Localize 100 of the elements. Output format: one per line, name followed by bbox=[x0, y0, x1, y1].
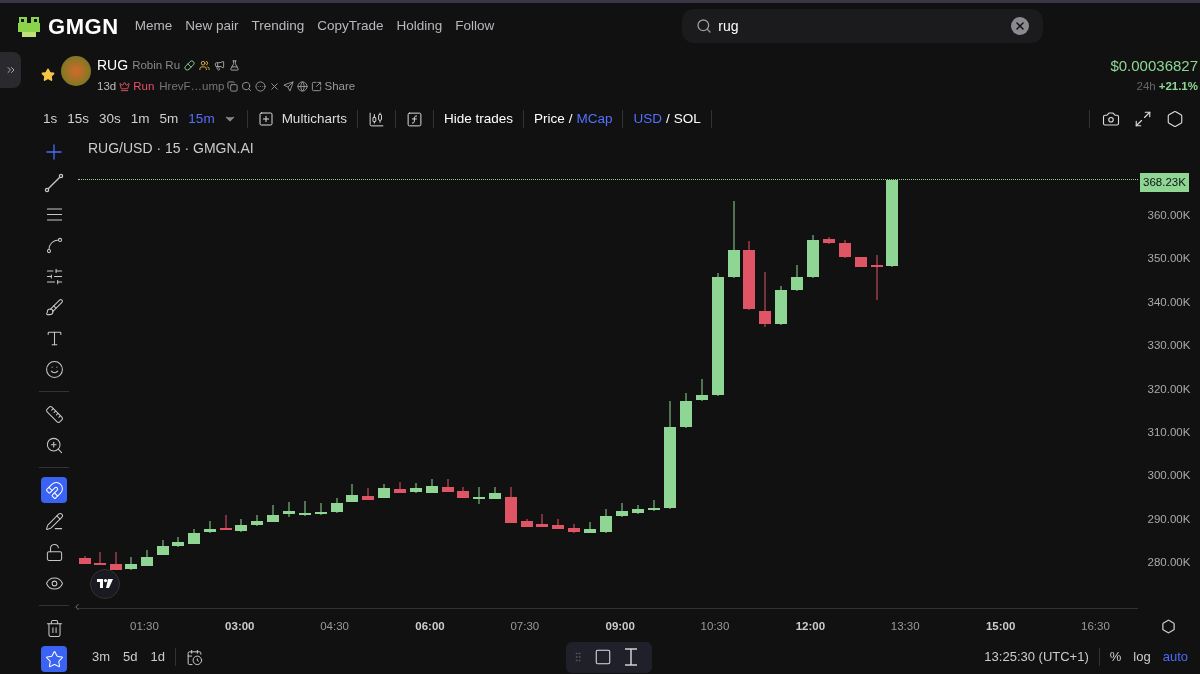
candle bbox=[251, 514, 263, 527]
candle bbox=[521, 518, 533, 528]
candle bbox=[378, 483, 390, 499]
candle bbox=[775, 285, 787, 326]
nav-link[interactable]: New pair bbox=[185, 15, 239, 37]
scale-option[interactable]: auto bbox=[1162, 647, 1188, 667]
calendar-icon[interactable] bbox=[186, 648, 203, 666]
candle bbox=[204, 520, 216, 534]
sol-option[interactable]: SOL bbox=[673, 108, 701, 130]
megaphone-icon bbox=[214, 60, 226, 71]
share-link[interactable]: Share bbox=[311, 78, 356, 96]
expand-sidebar-button[interactable] bbox=[0, 52, 21, 88]
emoji-icon bbox=[44, 359, 64, 379]
candle bbox=[94, 551, 106, 566]
rectangle-select-icon[interactable] bbox=[594, 648, 612, 666]
multicharts-button[interactable]: Multicharts bbox=[257, 108, 347, 130]
search-icon bbox=[696, 18, 713, 34]
range-button[interactable]: 3m bbox=[92, 647, 111, 667]
send-icon[interactable] bbox=[283, 81, 295, 93]
usd-option[interactable]: USD bbox=[633, 108, 662, 130]
favorite-star-icon[interactable] bbox=[41, 68, 55, 82]
drag-handle-icon[interactable] bbox=[572, 651, 584, 663]
candle bbox=[489, 486, 501, 500]
fullscreen-icon[interactable] bbox=[1134, 110, 1152, 128]
chart-legend: RUG/USD · 15 · GMGN.AI bbox=[88, 138, 254, 159]
candle bbox=[696, 378, 708, 402]
time-axis-label: 13:30 bbox=[890, 618, 920, 634]
token-avatar bbox=[61, 56, 91, 86]
plus-square-icon bbox=[257, 111, 274, 127]
nav-link[interactable]: Holding bbox=[396, 15, 443, 37]
copy-icon[interactable] bbox=[227, 81, 239, 93]
price-axis-label: 360.00K bbox=[1147, 209, 1191, 222]
nav-link[interactable]: Trending bbox=[251, 15, 305, 37]
price-axis-label: 290.00K bbox=[1147, 512, 1191, 526]
price-axis-label: 280.00K bbox=[1147, 556, 1191, 570]
interval-tab[interactable]: 1m bbox=[130, 108, 150, 130]
candle bbox=[442, 478, 454, 493]
scale-option[interactable]: log bbox=[1133, 647, 1151, 667]
magnet-icon bbox=[44, 480, 64, 500]
hide-trades-button[interactable]: Hide trades bbox=[443, 108, 513, 130]
candle bbox=[394, 481, 406, 494]
interval-tab[interactable]: 1s bbox=[43, 108, 58, 130]
candle bbox=[807, 234, 819, 279]
mcap-option[interactable]: MCap bbox=[576, 108, 613, 130]
clear-icon[interactable] bbox=[1011, 17, 1030, 35]
nav-link[interactable]: CopyTrade bbox=[317, 15, 384, 37]
star-tool[interactable] bbox=[41, 646, 67, 672]
interval-tab[interactable]: 5m bbox=[159, 108, 179, 130]
scale-option[interactable]: % bbox=[1109, 647, 1122, 667]
settings-icon[interactable] bbox=[1166, 110, 1184, 128]
search-icon[interactable] bbox=[241, 81, 253, 93]
time-axis-label: 03:00 bbox=[225, 618, 255, 634]
tradingview-logo[interactable] bbox=[90, 569, 120, 599]
clock: 13:25:30 (UTC+1) bbox=[984, 648, 1089, 667]
measure-icon[interactable] bbox=[622, 647, 640, 667]
range-button[interactable]: 1d bbox=[150, 647, 165, 667]
nav-link[interactable]: Follow bbox=[455, 15, 495, 37]
token-age: 13d bbox=[97, 79, 117, 94]
trash-icon bbox=[44, 618, 64, 638]
token-symbol: RUG bbox=[97, 56, 129, 75]
double-chevron-icon bbox=[4, 64, 17, 76]
time-axis-label: 07:30 bbox=[510, 618, 540, 634]
token-address[interactable]: HrevF…ump bbox=[159, 78, 225, 96]
candle bbox=[346, 483, 358, 503]
line-icon bbox=[44, 173, 64, 193]
candle bbox=[505, 486, 517, 524]
nav-link[interactable]: Meme bbox=[134, 15, 173, 37]
ruler-icon bbox=[44, 404, 64, 424]
range-button[interactable]: 5d bbox=[123, 647, 138, 667]
price-axis-label: 330.00K bbox=[1147, 339, 1191, 353]
time-axis-label: 16:30 bbox=[1081, 618, 1110, 634]
candle bbox=[267, 504, 279, 523]
search-input[interactable]: rug bbox=[718, 15, 1012, 37]
candle bbox=[220, 514, 232, 531]
interval-tab[interactable]: 30s bbox=[99, 108, 121, 130]
interval-tab[interactable]: 15s bbox=[67, 108, 90, 130]
menu-circle-icon[interactable] bbox=[255, 81, 267, 93]
camera-icon[interactable] bbox=[1102, 110, 1120, 128]
candle bbox=[141, 549, 153, 567]
axis-settings-icon[interactable] bbox=[1161, 619, 1176, 634]
candles-icon[interactable] bbox=[367, 110, 385, 128]
price-axis-label: 350.00K bbox=[1147, 252, 1191, 266]
star-icon bbox=[44, 649, 64, 669]
lock-drawing-icon bbox=[44, 511, 64, 531]
function-icon[interactable] bbox=[405, 110, 423, 128]
crown-icon bbox=[119, 81, 131, 93]
candle bbox=[362, 487, 374, 501]
search-field[interactable]: rug bbox=[682, 9, 1044, 43]
x-logo-icon[interactable] bbox=[269, 81, 281, 93]
candle bbox=[568, 523, 580, 534]
magnet-tool[interactable] bbox=[41, 477, 67, 503]
candle bbox=[172, 536, 184, 548]
candle bbox=[299, 500, 311, 517]
globe-icon[interactable] bbox=[297, 81, 309, 93]
time-axis-label: 15:00 bbox=[985, 618, 1016, 634]
candle bbox=[648, 499, 660, 512]
interval-tab[interactable]: 15m bbox=[188, 108, 215, 130]
price-option[interactable]: Price bbox=[533, 108, 565, 130]
pill-icon bbox=[184, 60, 196, 71]
time-axis-label: 12:00 bbox=[795, 618, 826, 634]
